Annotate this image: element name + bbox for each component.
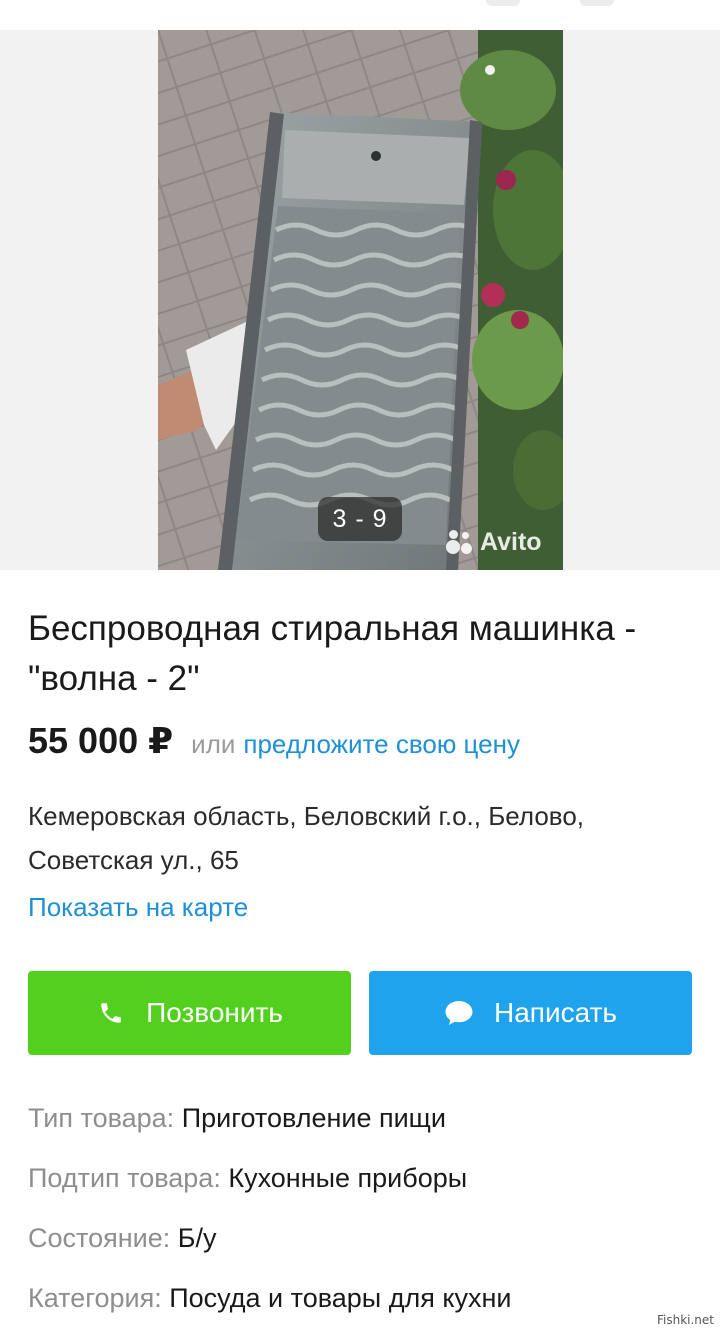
avito-logo-icon <box>446 529 474 555</box>
source-credit: Fishki.net <box>656 1313 714 1327</box>
param-product-subtype: Подтип товара: Кухонные приборы <box>28 1156 467 1200</box>
param-value: Б/у <box>177 1223 217 1253</box>
call-button[interactable]: Позвонить <box>28 971 351 1055</box>
avito-watermark: Avito <box>446 525 542 559</box>
price-row: 55 000 ₽ или предложите свою цену <box>28 720 520 772</box>
param-value: Кухонные приборы <box>228 1163 468 1193</box>
param-condition: Состояние: Б/у <box>28 1216 216 1260</box>
listing-title: Беспроводная стиральная машинка - "волна… <box>28 609 637 698</box>
call-button-label: Позвонить <box>146 997 283 1028</box>
chat-bubble-icon <box>444 998 474 1028</box>
top-bar <box>0 0 720 30</box>
offer-price-link[interactable]: предложите свою цену <box>243 729 520 760</box>
param-key: Тип товара: <box>28 1103 175 1133</box>
param-key: Категория: <box>28 1283 162 1313</box>
toolbar-icon-partial[interactable] <box>580 0 614 6</box>
address: Кемеровская область, Беловский г.о., Бел… <box>28 801 585 875</box>
price: 55 000 ₽ <box>28 720 174 761</box>
photo-gallery[interactable]: 3 - 9 Avito <box>0 30 720 570</box>
toolbar-icon-partial[interactable] <box>486 0 520 6</box>
watermark-text: Avito <box>480 527 542 556</box>
param-category: Категория: Посуда и товары для кухни <box>28 1276 511 1320</box>
write-button[interactable]: Написать <box>369 971 692 1055</box>
photo-counter: 3 - 9 <box>318 497 402 541</box>
listing-photo[interactable] <box>158 30 563 570</box>
show-on-map-link[interactable]: Показать на карте <box>28 886 248 928</box>
phone-icon <box>96 998 126 1028</box>
param-product-type: Тип товара: Приготовление пищи <box>28 1096 446 1140</box>
param-key: Состояние: <box>28 1223 171 1253</box>
param-value: Приготовление пищи <box>181 1103 446 1133</box>
price-or-text: или <box>191 729 236 759</box>
write-button-label: Написать <box>494 997 617 1028</box>
param-value: Посуда и товары для кухни <box>169 1283 512 1313</box>
param-key: Подтип товара: <box>28 1163 221 1193</box>
